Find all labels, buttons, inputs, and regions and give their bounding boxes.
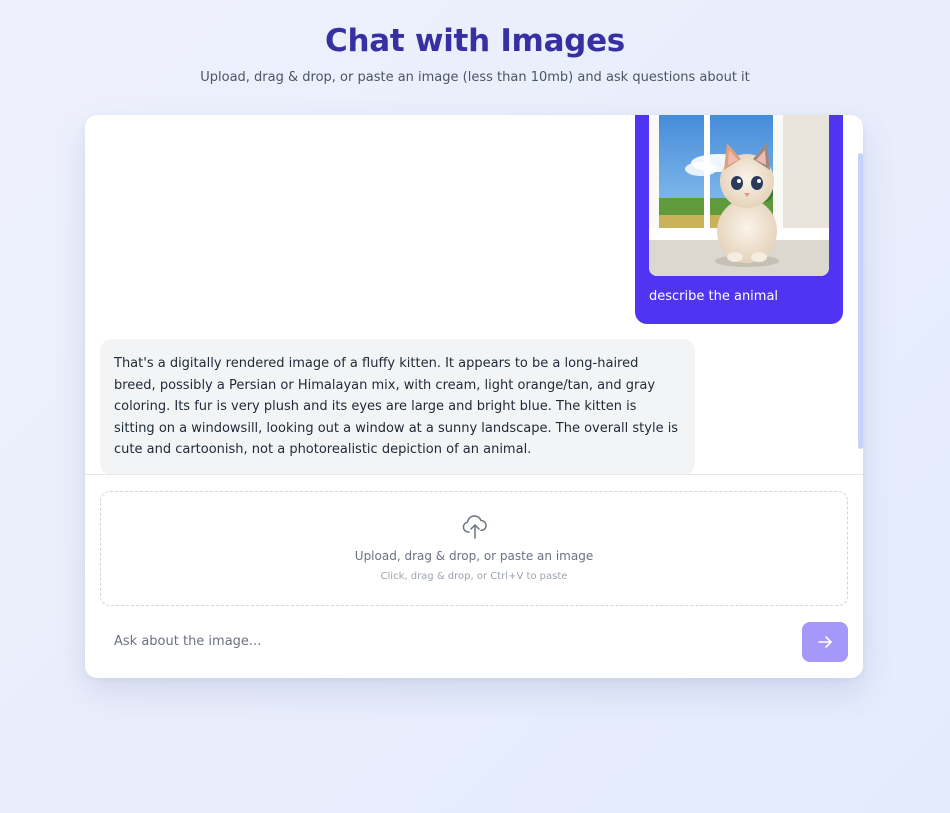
- user-message-text: describe the animal: [649, 289, 779, 304]
- chat-history[interactable]: describe the animal That's a digitally r…: [85, 115, 863, 475]
- user-message: describe the animal: [635, 115, 843, 324]
- arrow-right-icon: [818, 636, 832, 648]
- page-header: Chat with Images Upload, drag & drop, or…: [0, 0, 950, 87]
- send-button[interactable]: [802, 622, 848, 662]
- cloud-upload-icon: [462, 515, 487, 539]
- image-dropzone[interactable]: Upload, drag & drop, or paste an image C…: [100, 491, 848, 606]
- kitten-image[interactable]: [649, 115, 829, 276]
- chat-card: describe the animal That's a digitally r…: [85, 115, 863, 678]
- assistant-message: That's a digitally rendered image of a f…: [100, 339, 695, 474]
- page-subtitle: Upload, drag & drop, or paste an image (…: [200, 70, 750, 85]
- question-input[interactable]: [100, 621, 800, 661]
- page-title: Chat with Images: [325, 23, 625, 59]
- dropzone-label: Upload, drag & drop, or paste an image: [354, 549, 594, 563]
- dropzone-hint: Click, drag & drop, or Ctrl+V to paste: [380, 571, 568, 582]
- chat-scrollbar[interactable]: [858, 153, 863, 449]
- kitten-on-windowsill-illustration: [649, 115, 829, 276]
